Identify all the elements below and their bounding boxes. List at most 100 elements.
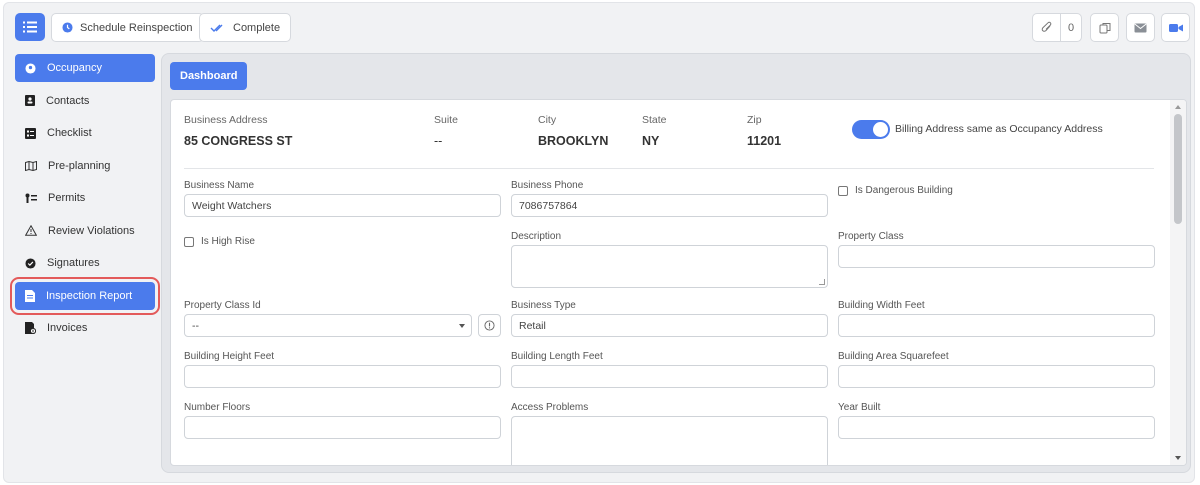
menu-toggle-button[interactable]: [15, 13, 45, 41]
scroll-up-arrow-icon[interactable]: [1175, 105, 1181, 109]
state-value: NY: [642, 134, 660, 148]
list-icon: [23, 21, 37, 33]
location-pin-icon: [25, 62, 36, 74]
number-floors-label: Number Floors: [184, 402, 251, 413]
year-built-input[interactable]: [838, 416, 1155, 439]
report-icon: [25, 289, 35, 302]
sidebar-item-checklist[interactable]: Checklist: [15, 119, 155, 147]
permits-icon: [25, 193, 37, 203]
zip-label: Zip: [747, 114, 762, 126]
city-label: City: [538, 114, 557, 126]
schedule-reinspection-label: Schedule Reinspection: [80, 21, 193, 34]
panel-scrollbar[interactable]: [1170, 100, 1186, 465]
invoice-icon: [25, 322, 36, 334]
sidebar-item-invoices[interactable]: Invoices: [15, 314, 155, 342]
dangerous-building-checkbox[interactable]: Is Dangerous Building: [838, 185, 953, 196]
sidebar-item-label: Review Violations: [48, 224, 135, 237]
property-class-input[interactable]: [838, 245, 1155, 268]
building-length-input[interactable]: [511, 365, 828, 388]
building-width-input[interactable]: [838, 314, 1155, 337]
checkbox-box: [184, 236, 194, 247]
business-address-label: Business Address: [184, 114, 268, 126]
info-icon: [484, 320, 495, 331]
main-content: Dashboard Business Address 85 CONGRESS S…: [161, 53, 1191, 473]
sidebar-item-occupancy[interactable]: Occupancy: [15, 54, 155, 82]
dangerous-building-label: Is Dangerous Building: [855, 185, 953, 196]
sidebar-item-inspection-report[interactable]: Inspection Report: [10, 276, 160, 315]
suite-label: Suite: [434, 114, 458, 126]
billing-address-toggle[interactable]: [852, 120, 890, 139]
checkbox-box: [838, 185, 848, 196]
sidebar-item-label: Signatures: [47, 257, 100, 269]
attachment-count: 0: [1060, 13, 1082, 42]
suite-value: --: [434, 134, 443, 148]
caret-down-icon: [459, 324, 465, 328]
complete-button[interactable]: Complete: [199, 13, 292, 42]
description-textarea[interactable]: [511, 245, 828, 288]
video-call-button[interactable]: [1161, 13, 1190, 42]
city-value: BROOKLYN: [538, 134, 609, 148]
business-address-value: 85 CONGRESS ST: [184, 134, 293, 148]
sidebar-item-label: Occupancy: [47, 62, 103, 74]
number-floors-input[interactable]: [184, 416, 501, 439]
sidebar-item-label: Permits: [48, 192, 86, 204]
city-block: City BROOKLYN: [538, 114, 608, 148]
double-check-icon: [210, 24, 223, 32]
app-window: Schedule Reinspection Complete 0 Occupan…: [3, 2, 1195, 483]
zip-block: Zip 11201: [747, 114, 781, 148]
building-area-input[interactable]: [838, 365, 1155, 388]
paperclip-icon: [1041, 21, 1051, 32]
property-class-id-select[interactable]: --: [184, 314, 472, 337]
complete-label: Complete: [233, 21, 281, 34]
info-button[interactable]: [478, 314, 501, 337]
video-camera-icon: [1168, 23, 1183, 32]
sidebar-item-label: Invoices: [47, 322, 88, 334]
access-problems-label: Access Problems: [511, 402, 589, 413]
sidebar-nav: Occupancy Contacts Checklist Pre-plannin…: [10, 54, 160, 347]
building-height-label: Building Height Feet: [184, 351, 275, 362]
scroll-thumb[interactable]: [1174, 114, 1182, 224]
top-toolbar: Schedule Reinspection Complete 0: [4, 3, 1194, 53]
business-type-input[interactable]: Retail: [511, 314, 828, 337]
copy-icon: [1099, 22, 1110, 33]
high-rise-checkbox[interactable]: Is High Rise: [184, 236, 255, 247]
sidebar-item-review-violations[interactable]: Review Violations: [15, 217, 155, 245]
sidebar-item-contacts[interactable]: Contacts: [15, 87, 155, 115]
property-class-label: Property Class: [838, 231, 904, 242]
select-value: --: [192, 319, 199, 332]
dashboard-button[interactable]: Dashboard: [170, 62, 248, 90]
email-button[interactable]: [1126, 13, 1155, 42]
section-divider: [184, 168, 1154, 169]
schedule-reinspection-button[interactable]: Schedule Reinspection: [51, 13, 204, 42]
building-height-input[interactable]: [184, 365, 501, 388]
sidebar-item-pre-planning[interactable]: Pre-planning: [15, 152, 155, 180]
check-circle-icon: [25, 257, 36, 269]
sidebar-item-permits[interactable]: Permits: [15, 184, 155, 212]
business-address-block: Business Address 85 CONGRESS ST: [184, 114, 292, 148]
high-rise-label: Is High Rise: [201, 236, 255, 247]
zip-value: 11201: [747, 134, 782, 148]
copy-button[interactable]: [1090, 13, 1119, 42]
envelope-icon: [1134, 23, 1147, 32]
checklist-icon: [25, 127, 36, 139]
scroll-down-arrow-icon[interactable]: [1175, 456, 1181, 460]
clock-icon: [62, 22, 73, 33]
billing-address-toggle-label: Billing Address same as Occupancy Addres…: [895, 123, 1103, 135]
business-name-label: Business Name: [184, 180, 255, 191]
state-block: State NY: [642, 114, 667, 148]
occupancy-panel: Business Address 85 CONGRESS ST Suite --…: [170, 99, 1187, 466]
sidebar-item-signatures[interactable]: Signatures: [15, 249, 155, 277]
attachments-button[interactable]: [1032, 13, 1061, 42]
toggle-knob: [873, 122, 888, 137]
business-name-input[interactable]: Weight Watchers: [184, 194, 501, 217]
business-phone-input[interactable]: 7086757864: [511, 194, 828, 217]
access-problems-textarea[interactable]: [511, 416, 828, 465]
building-length-label: Building Length Feet: [511, 351, 603, 362]
resize-handle[interactable]: [819, 279, 825, 285]
sidebar-item-label: Pre-planning: [48, 159, 111, 172]
warning-icon: [25, 225, 37, 236]
year-built-label: Year Built: [838, 402, 881, 413]
map-icon: [25, 160, 37, 171]
state-label: State: [642, 114, 667, 126]
sidebar-item-label: Contacts: [46, 94, 90, 107]
